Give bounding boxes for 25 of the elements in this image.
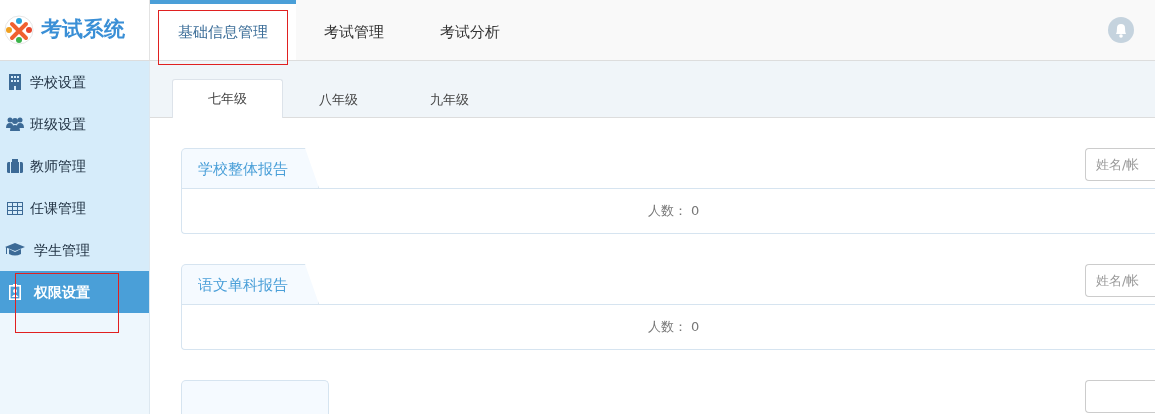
- sidebar-item[interactable]: 学校设置: [0, 61, 149, 103]
- grade-tab[interactable]: 九年级: [394, 80, 505, 118]
- grade-tab[interactable]: 七年级: [172, 79, 283, 118]
- logo-title: 考试系统: [40, 16, 125, 44]
- notification-bell-icon[interactable]: [1108, 17, 1134, 43]
- count-text: 人数： 0: [647, 318, 700, 337]
- sidebar-item[interactable]: 学生管理: [0, 229, 149, 271]
- building-icon: [9, 74, 21, 90]
- search-field[interactable]: [1085, 380, 1155, 413]
- logo-icon: [3, 15, 34, 45]
- sidebar-item[interactable]: 任课管理: [0, 187, 149, 229]
- nav-tab[interactable]: 基础信息管理: [150, 0, 296, 60]
- id-badge-icon: [9, 284, 21, 300]
- briefcase-icon: [7, 159, 23, 173]
- nav-tab[interactable]: 考试分析: [412, 0, 528, 60]
- users-icon: [6, 117, 24, 131]
- sidebar-item[interactable]: 教师管理: [0, 145, 149, 187]
- count-text: 人数： 0: [647, 202, 700, 221]
- graduation-cap-icon: [5, 243, 25, 257]
- nav-tab[interactable]: 考试管理: [296, 0, 412, 60]
- grade-tab[interactable]: 八年级: [283, 80, 394, 118]
- search-field[interactable]: 姓名/帐: [1085, 148, 1155, 181]
- sidebar-item[interactable]: 班级设置: [0, 103, 149, 145]
- table-icon: [7, 201, 23, 215]
- search-field[interactable]: 姓名/帐: [1085, 264, 1155, 297]
